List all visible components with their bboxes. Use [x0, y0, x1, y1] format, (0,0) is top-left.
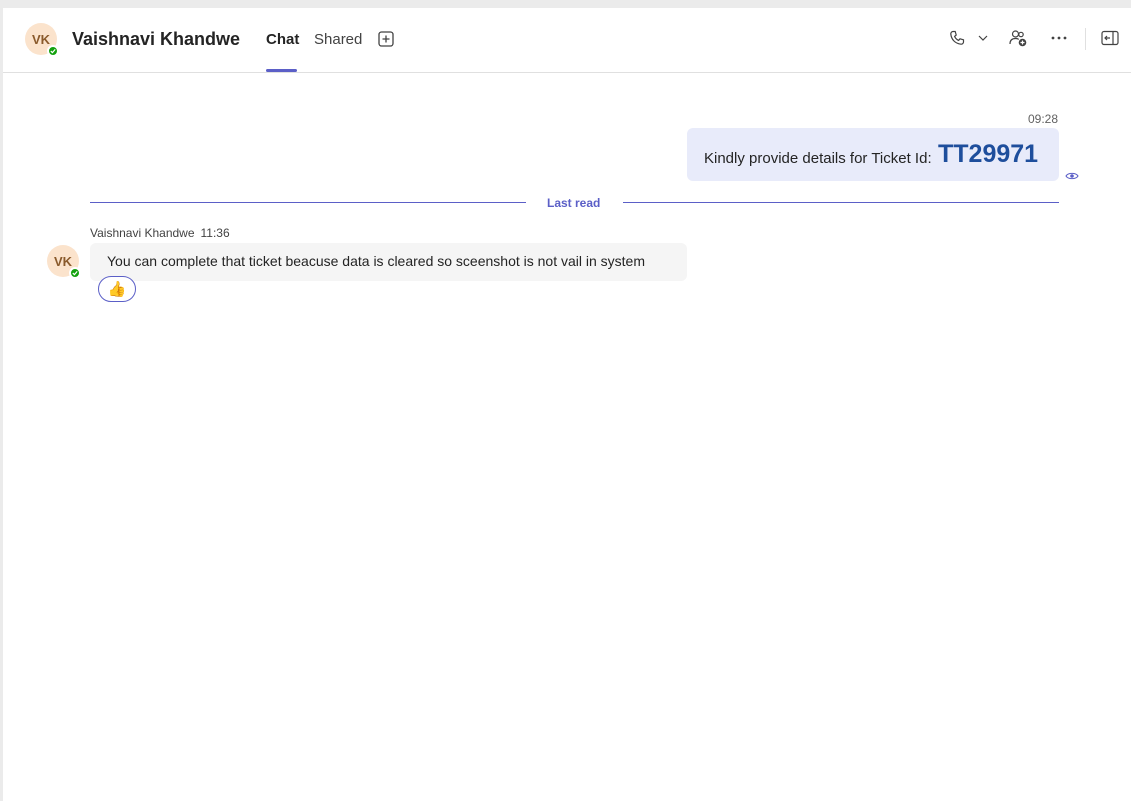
chat-window: VK Vaishnavi Khandwe Chat Shared 09:28 K… [3, 8, 1131, 801]
available-status-icon [69, 267, 81, 279]
message-text: You can complete that ticket beacuse dat… [107, 253, 646, 269]
message-timestamp: 11:36 [200, 226, 230, 240]
like-reaction[interactable]: 👍 [98, 276, 136, 302]
chat-header: VK Vaishnavi Khandwe Chat Shared [3, 8, 1131, 73]
add-people-icon[interactable] [1008, 28, 1028, 48]
header-divider [1085, 28, 1086, 50]
ticket-id: TT29971 [938, 140, 1039, 168]
last-read-divider [90, 202, 526, 203]
call-icon[interactable] [947, 28, 967, 48]
pop-out-icon[interactable] [1100, 28, 1120, 48]
message-meta: Vaishnavi Khandwe 11:36 [90, 226, 230, 240]
chat-title: Vaishnavi Khandwe [72, 29, 241, 49]
message-timestamp: 09:28 [1027, 112, 1058, 126]
tab-chat[interactable]: Chat [266, 31, 299, 48]
avatar-initials: VK [31, 31, 51, 47]
avatar[interactable]: VK [25, 23, 59, 57]
available-status-icon [47, 45, 59, 57]
seen-icon [1065, 168, 1079, 180]
last-read-label: Last read [547, 196, 601, 210]
incoming-message[interactable]: You can complete that ticket beacuse dat… [90, 243, 687, 281]
message-text: Kindly provide details for Ticket Id: [704, 150, 932, 167]
chevron-down-icon[interactable] [976, 28, 990, 48]
add-tab-icon[interactable] [377, 30, 395, 48]
avatar[interactable]: VK [47, 245, 81, 279]
tab-shared[interactable]: Shared [314, 31, 362, 48]
more-icon[interactable] [1049, 28, 1069, 48]
avatar-initials: VK [53, 253, 73, 269]
sender-name: Vaishnavi Khandwe [90, 226, 195, 240]
last-read-divider [623, 202, 1059, 203]
active-tab-indicator [266, 69, 297, 72]
outgoing-message[interactable]: Kindly provide details for Ticket Id: TT… [687, 128, 1059, 181]
